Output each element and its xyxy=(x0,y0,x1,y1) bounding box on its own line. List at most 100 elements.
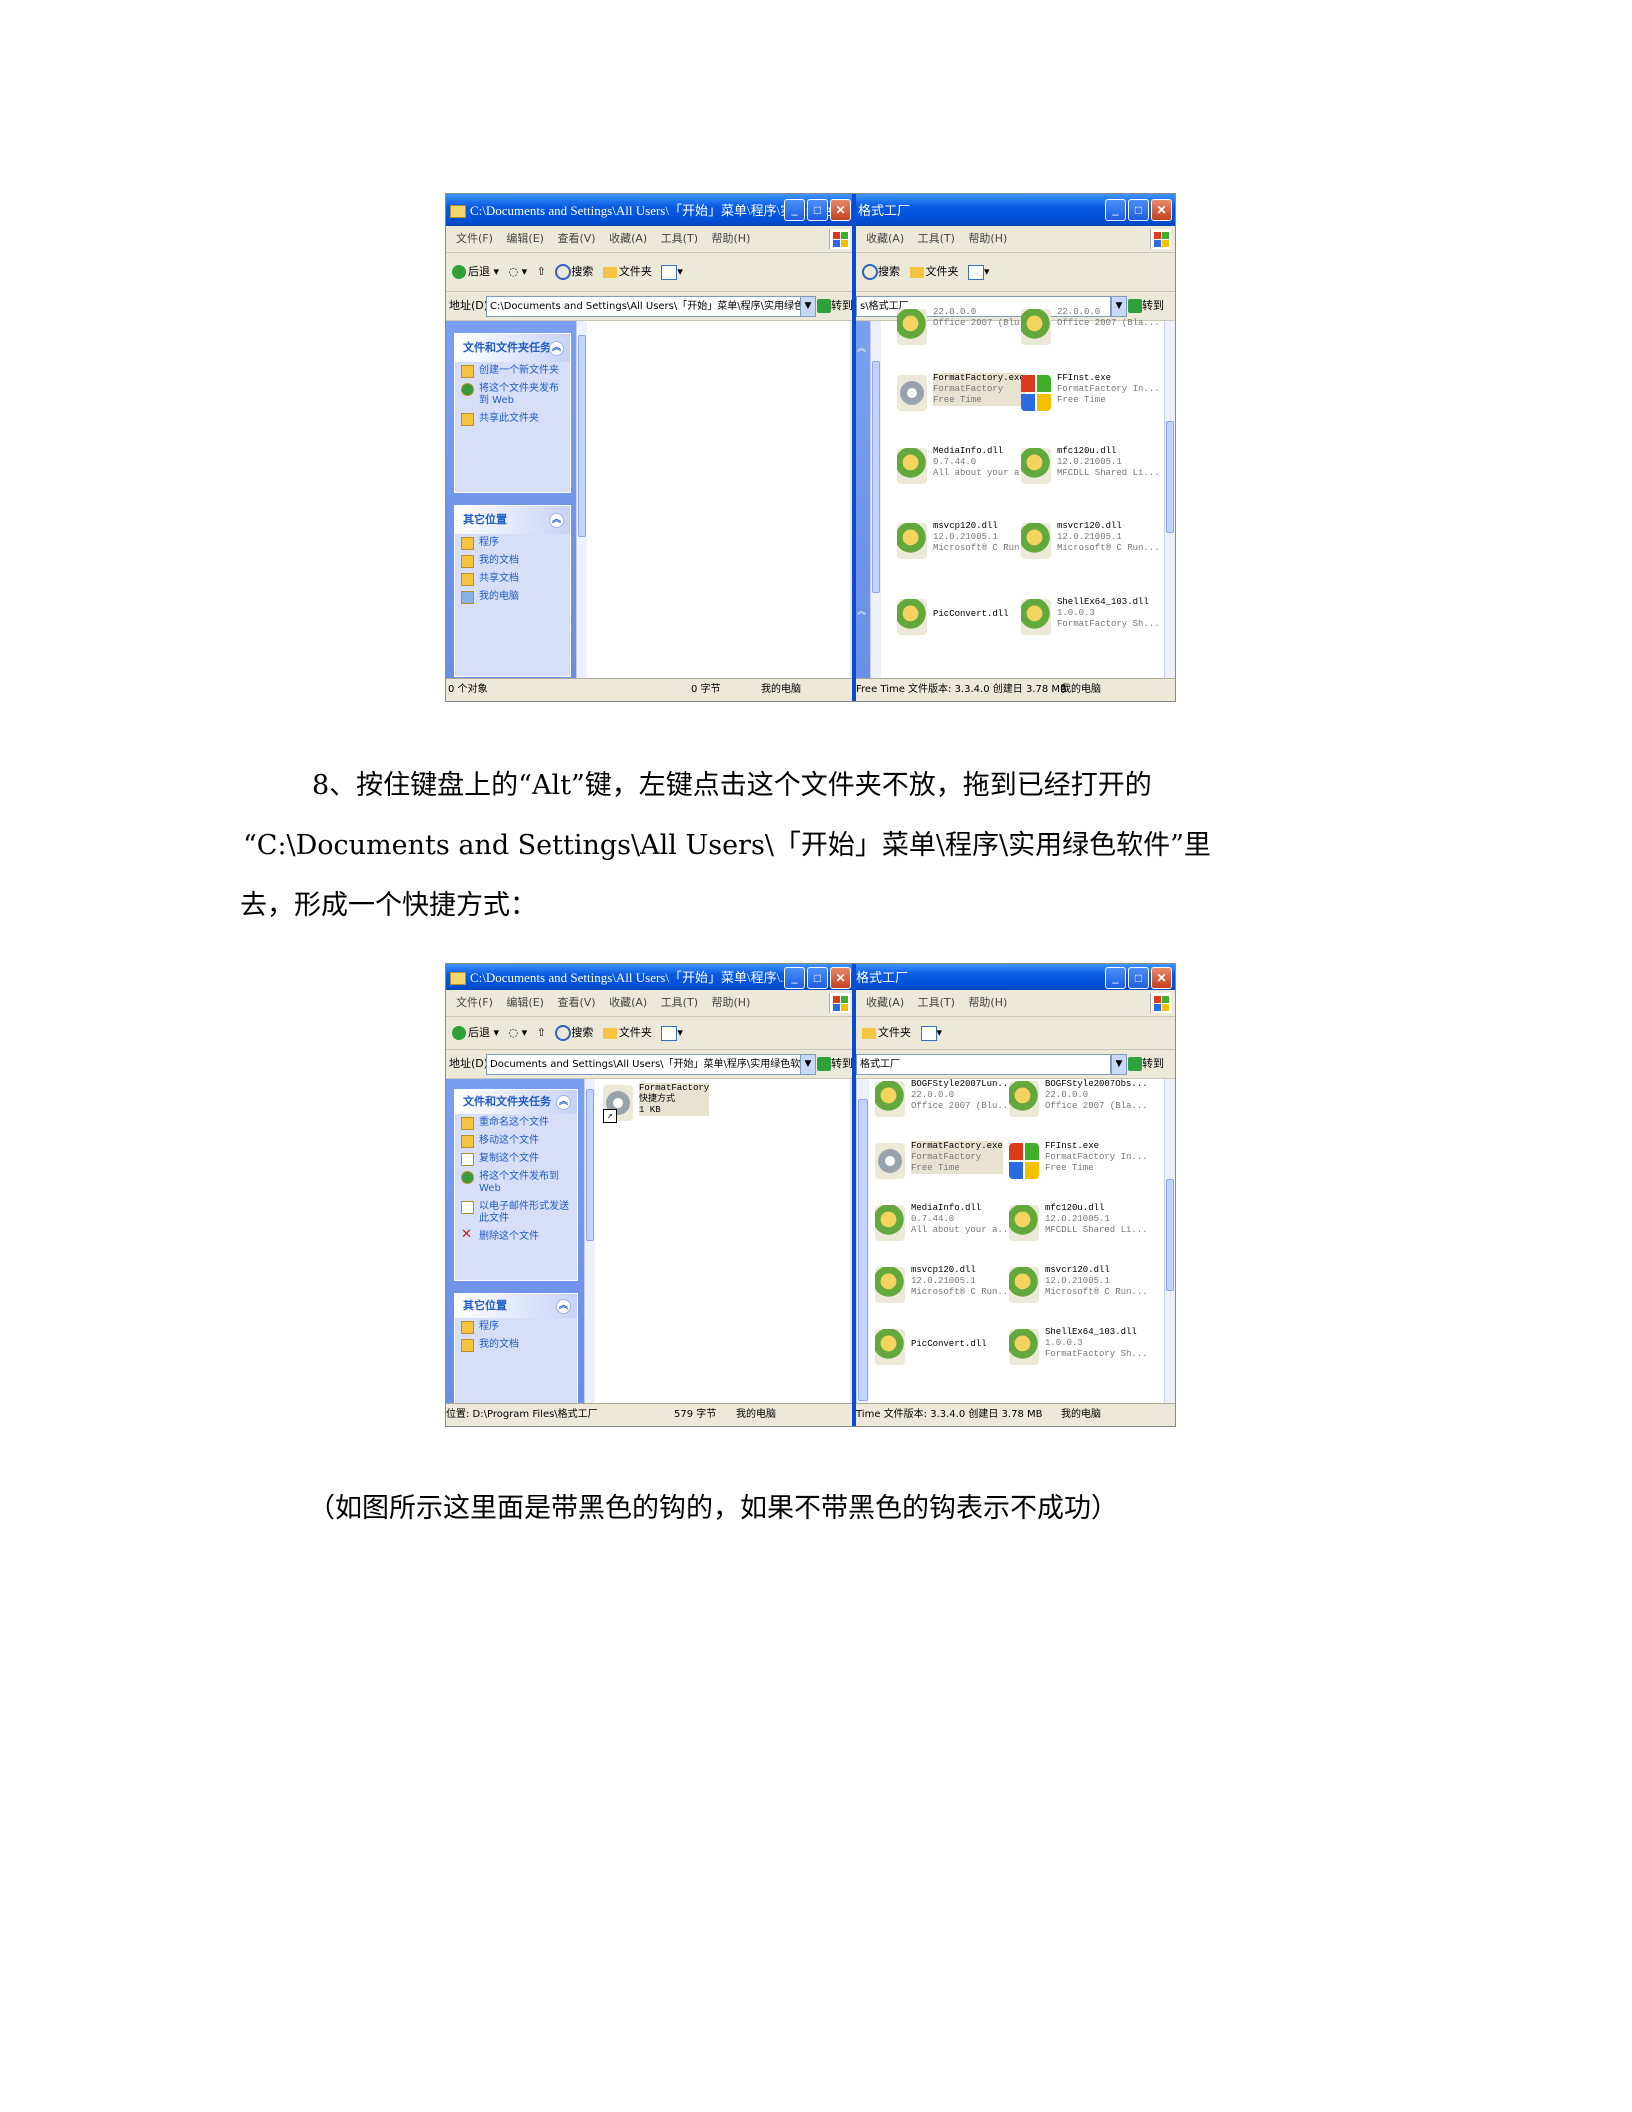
menu-favorites[interactable]: 收藏(A) xyxy=(866,232,904,245)
minimize-button[interactable]: _ xyxy=(1105,967,1126,989)
maximize-button[interactable]: □ xyxy=(807,199,828,221)
task-share-folder[interactable]: 共享此文件夹 xyxy=(455,410,570,428)
minimize-button[interactable]: _ xyxy=(784,967,805,989)
menu-favorites[interactable]: 收藏(A) xyxy=(609,232,647,245)
file-item[interactable]: BOGFStyle2007Obs... 22.0.0.0 Office 2007 (… xyxy=(1009,1077,1148,1123)
menu-favorites[interactable]: 收藏(A) xyxy=(866,996,904,1009)
file-item[interactable]: 22.0.0.0 Office 2007 (Bla... xyxy=(1021,305,1160,351)
menu-tools[interactable]: 工具(T) xyxy=(661,996,698,1009)
task-publish-web[interactable]: 将这个文件发布到 Web xyxy=(455,1168,577,1198)
menu-tools[interactable]: 工具(T) xyxy=(661,232,698,245)
views-button[interactable]: ▾ xyxy=(661,1017,683,1049)
collapse-icon[interactable]: ︽ xyxy=(556,1095,571,1110)
file-item[interactable]: MediaInfo.dll 0.7.44.0 All about your a... xyxy=(875,1201,1014,1247)
search-button[interactable]: 搜索 xyxy=(862,253,900,291)
scroll-thumb[interactable] xyxy=(1166,421,1174,533)
file-item[interactable]: PicConvert.dll xyxy=(875,1325,1003,1371)
close-button[interactable]: ✕ xyxy=(830,199,851,221)
maximize-button[interactable]: □ xyxy=(1128,967,1149,989)
file-list-pane[interactable]: BOGFStyle2007Lun... 22.0.0.0 Office 2007 (… xyxy=(869,1079,1165,1404)
menu-help[interactable]: 帮助(H) xyxy=(712,232,751,245)
expand-icon[interactable]: ︽ xyxy=(857,341,866,354)
views-button[interactable]: ▾ xyxy=(968,253,990,291)
close-button[interactable]: ✕ xyxy=(1151,967,1172,989)
menu-help[interactable]: 帮助(H) xyxy=(968,996,1007,1009)
task-publish-web[interactable]: 将这个文件夹发布到 Web xyxy=(455,380,570,410)
menu-help[interactable]: 帮助(H) xyxy=(712,996,751,1009)
file-list-pane[interactable] xyxy=(587,321,850,679)
file-item[interactable]: ShellEx64_103.dll 1.0.0.3 FormatFactory Sh… xyxy=(1009,1325,1148,1371)
menu-view[interactable]: 查看(V) xyxy=(557,996,595,1009)
places-header[interactable]: 其它位置 ︽ xyxy=(455,1294,577,1318)
place-my-documents[interactable]: 我的文档 xyxy=(455,552,570,570)
file-item[interactable]: msvcr120.dll 12.0.21005.1 Microsoft® C Run… xyxy=(1009,1263,1148,1309)
collapse-icon[interactable]: ︽ xyxy=(549,513,564,528)
menu-view[interactable]: 查看(V) xyxy=(557,232,595,245)
address-dropdown[interactable]: ▼ xyxy=(800,296,816,317)
file-list-pane[interactable]: 22.0.0.0 Office 2007 (Blu... 22.0.0.0 Offi… xyxy=(881,307,1165,679)
task-pane-scrollbar[interactable] xyxy=(870,321,881,679)
back-button[interactable]: 后退 ▾ xyxy=(452,1017,499,1049)
task-rename[interactable]: 重命名这个文件 xyxy=(455,1114,577,1132)
address-dropdown[interactable]: ▼ xyxy=(800,1054,816,1075)
place-my-computer[interactable]: 我的电脑 xyxy=(455,588,570,606)
back-button[interactable]: 后退 ▾ xyxy=(452,253,499,291)
address-input[interactable]: 格式工厂 xyxy=(856,1054,1111,1075)
scroll-thumb[interactable] xyxy=(858,1099,868,1401)
file-list-pane[interactable]: ↗ FormatFactory 快捷方式 1 KB xyxy=(595,1079,850,1404)
address-input[interactable]: C:\Documents and Settings\All Users\「开始」… xyxy=(486,296,815,317)
menu-tools[interactable]: 工具(T) xyxy=(918,232,955,245)
menu-tools[interactable]: 工具(T) xyxy=(918,996,955,1009)
address-dropdown[interactable]: ▼ xyxy=(1111,1054,1127,1075)
scroll-thumb[interactable] xyxy=(1166,1179,1174,1291)
menu-file[interactable]: 文件(F) xyxy=(456,232,493,245)
file-item[interactable]: msvcp120.dll 12.0.21005.1 Microsoft® C Run… xyxy=(875,1263,1014,1309)
expand-icon[interactable]: ︽ xyxy=(857,604,866,617)
file-item[interactable]: msvcr120.dll 12.0.21005.1 Microsoft® C Run… xyxy=(1021,519,1160,565)
file-list-scrollbar[interactable] xyxy=(1164,321,1175,679)
collapse-icon[interactable]: ︽ xyxy=(556,1299,571,1314)
menu-edit[interactable]: 编辑(E) xyxy=(506,996,544,1009)
place-programs[interactable]: 程序 xyxy=(455,1318,577,1336)
go-button[interactable]: 转到 xyxy=(1128,1054,1164,1073)
folders-button[interactable]: 文件夹 xyxy=(602,253,652,291)
maximize-button[interactable]: □ xyxy=(807,967,828,989)
scroll-thumb[interactable] xyxy=(578,335,586,537)
forward-button[interactable]: ◌ ▾ xyxy=(509,1017,528,1049)
folders-button[interactable]: 文件夹 xyxy=(909,253,959,291)
search-button[interactable]: 搜索 xyxy=(555,1017,593,1049)
file-item[interactable]: MediaInfo.dll 0.7.44.0 All about your a... xyxy=(897,444,1036,490)
menu-edit[interactable]: 编辑(E) xyxy=(506,232,544,245)
file-item-formatfactory-exe[interactable]: FormatFactory.exe FormatFactory Free Time xyxy=(875,1139,1003,1185)
task-copy[interactable]: 复制这个文件 xyxy=(455,1150,577,1168)
tasks-header[interactable]: 文件和文件夹任务 ︽ xyxy=(455,334,570,362)
search-button[interactable]: 搜索 xyxy=(555,253,593,291)
title-bar[interactable]: C:\Documents and Settings\All Users\「开始」… xyxy=(446,194,854,226)
task-pane-scrollbar[interactable] xyxy=(576,321,587,679)
menu-file[interactable]: 文件(F) xyxy=(456,996,493,1009)
maximize-button[interactable]: □ xyxy=(1128,199,1149,221)
file-item[interactable]: FFInst.exe FormatFactory In... Free Time xyxy=(1009,1139,1148,1185)
file-item[interactable]: 22.0.0.0 Office 2007 (Blu... xyxy=(897,305,1036,351)
tasks-header[interactable]: 文件和文件夹任务 ︽ xyxy=(455,1090,577,1114)
minimize-button[interactable]: _ xyxy=(784,199,805,221)
file-item[interactable]: PicConvert.dll xyxy=(897,595,1025,641)
file-item[interactable]: BOGFStyle2007Lun... 22.0.0.0 Office 2007 (… xyxy=(875,1077,1014,1123)
file-item[interactable]: FFInst.exe FormatFactory In... Free Time xyxy=(1021,371,1160,417)
place-programs[interactable]: 程序 xyxy=(455,534,570,552)
place-my-documents[interactable]: 我的文档 xyxy=(455,1336,577,1354)
collapse-icon[interactable]: ︽ xyxy=(549,341,564,356)
up-button[interactable]: ⇧ xyxy=(537,1017,546,1049)
task-delete[interactable]: ✕ 删除这个文件 xyxy=(455,1228,577,1246)
close-button[interactable]: ✕ xyxy=(830,967,851,989)
file-item[interactable]: mfc120u.dll 12.0.21005.1 MFCDLL Shared Li.… xyxy=(1009,1201,1148,1247)
title-bar[interactable]: 格式工厂 _ □ ✕ xyxy=(856,964,1175,990)
file-item[interactable]: mfc120u.dll 12.0.21005.1 MFCDLL Shared Li.… xyxy=(1021,444,1160,490)
scroll-thumb[interactable] xyxy=(586,1089,594,1241)
go-button[interactable]: 转到 xyxy=(817,1054,853,1073)
task-move[interactable]: 移动这个文件 xyxy=(455,1132,577,1150)
go-button[interactable]: 转到 xyxy=(817,296,853,315)
forward-button[interactable]: ◌ ▾ xyxy=(509,253,528,291)
task-new-folder[interactable]: 创建一个新文件夹 xyxy=(455,362,570,380)
views-button[interactable]: ▾ xyxy=(661,253,683,291)
